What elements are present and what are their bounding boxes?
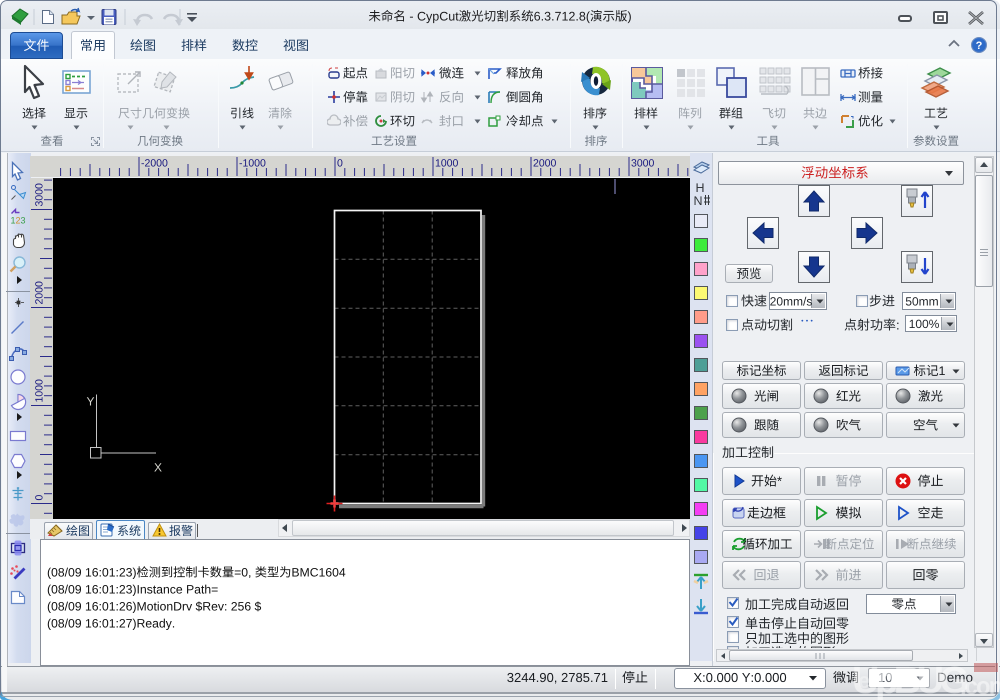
svg-text:?: ? — [976, 40, 983, 52]
svg-text:123: 123 — [11, 216, 26, 226]
